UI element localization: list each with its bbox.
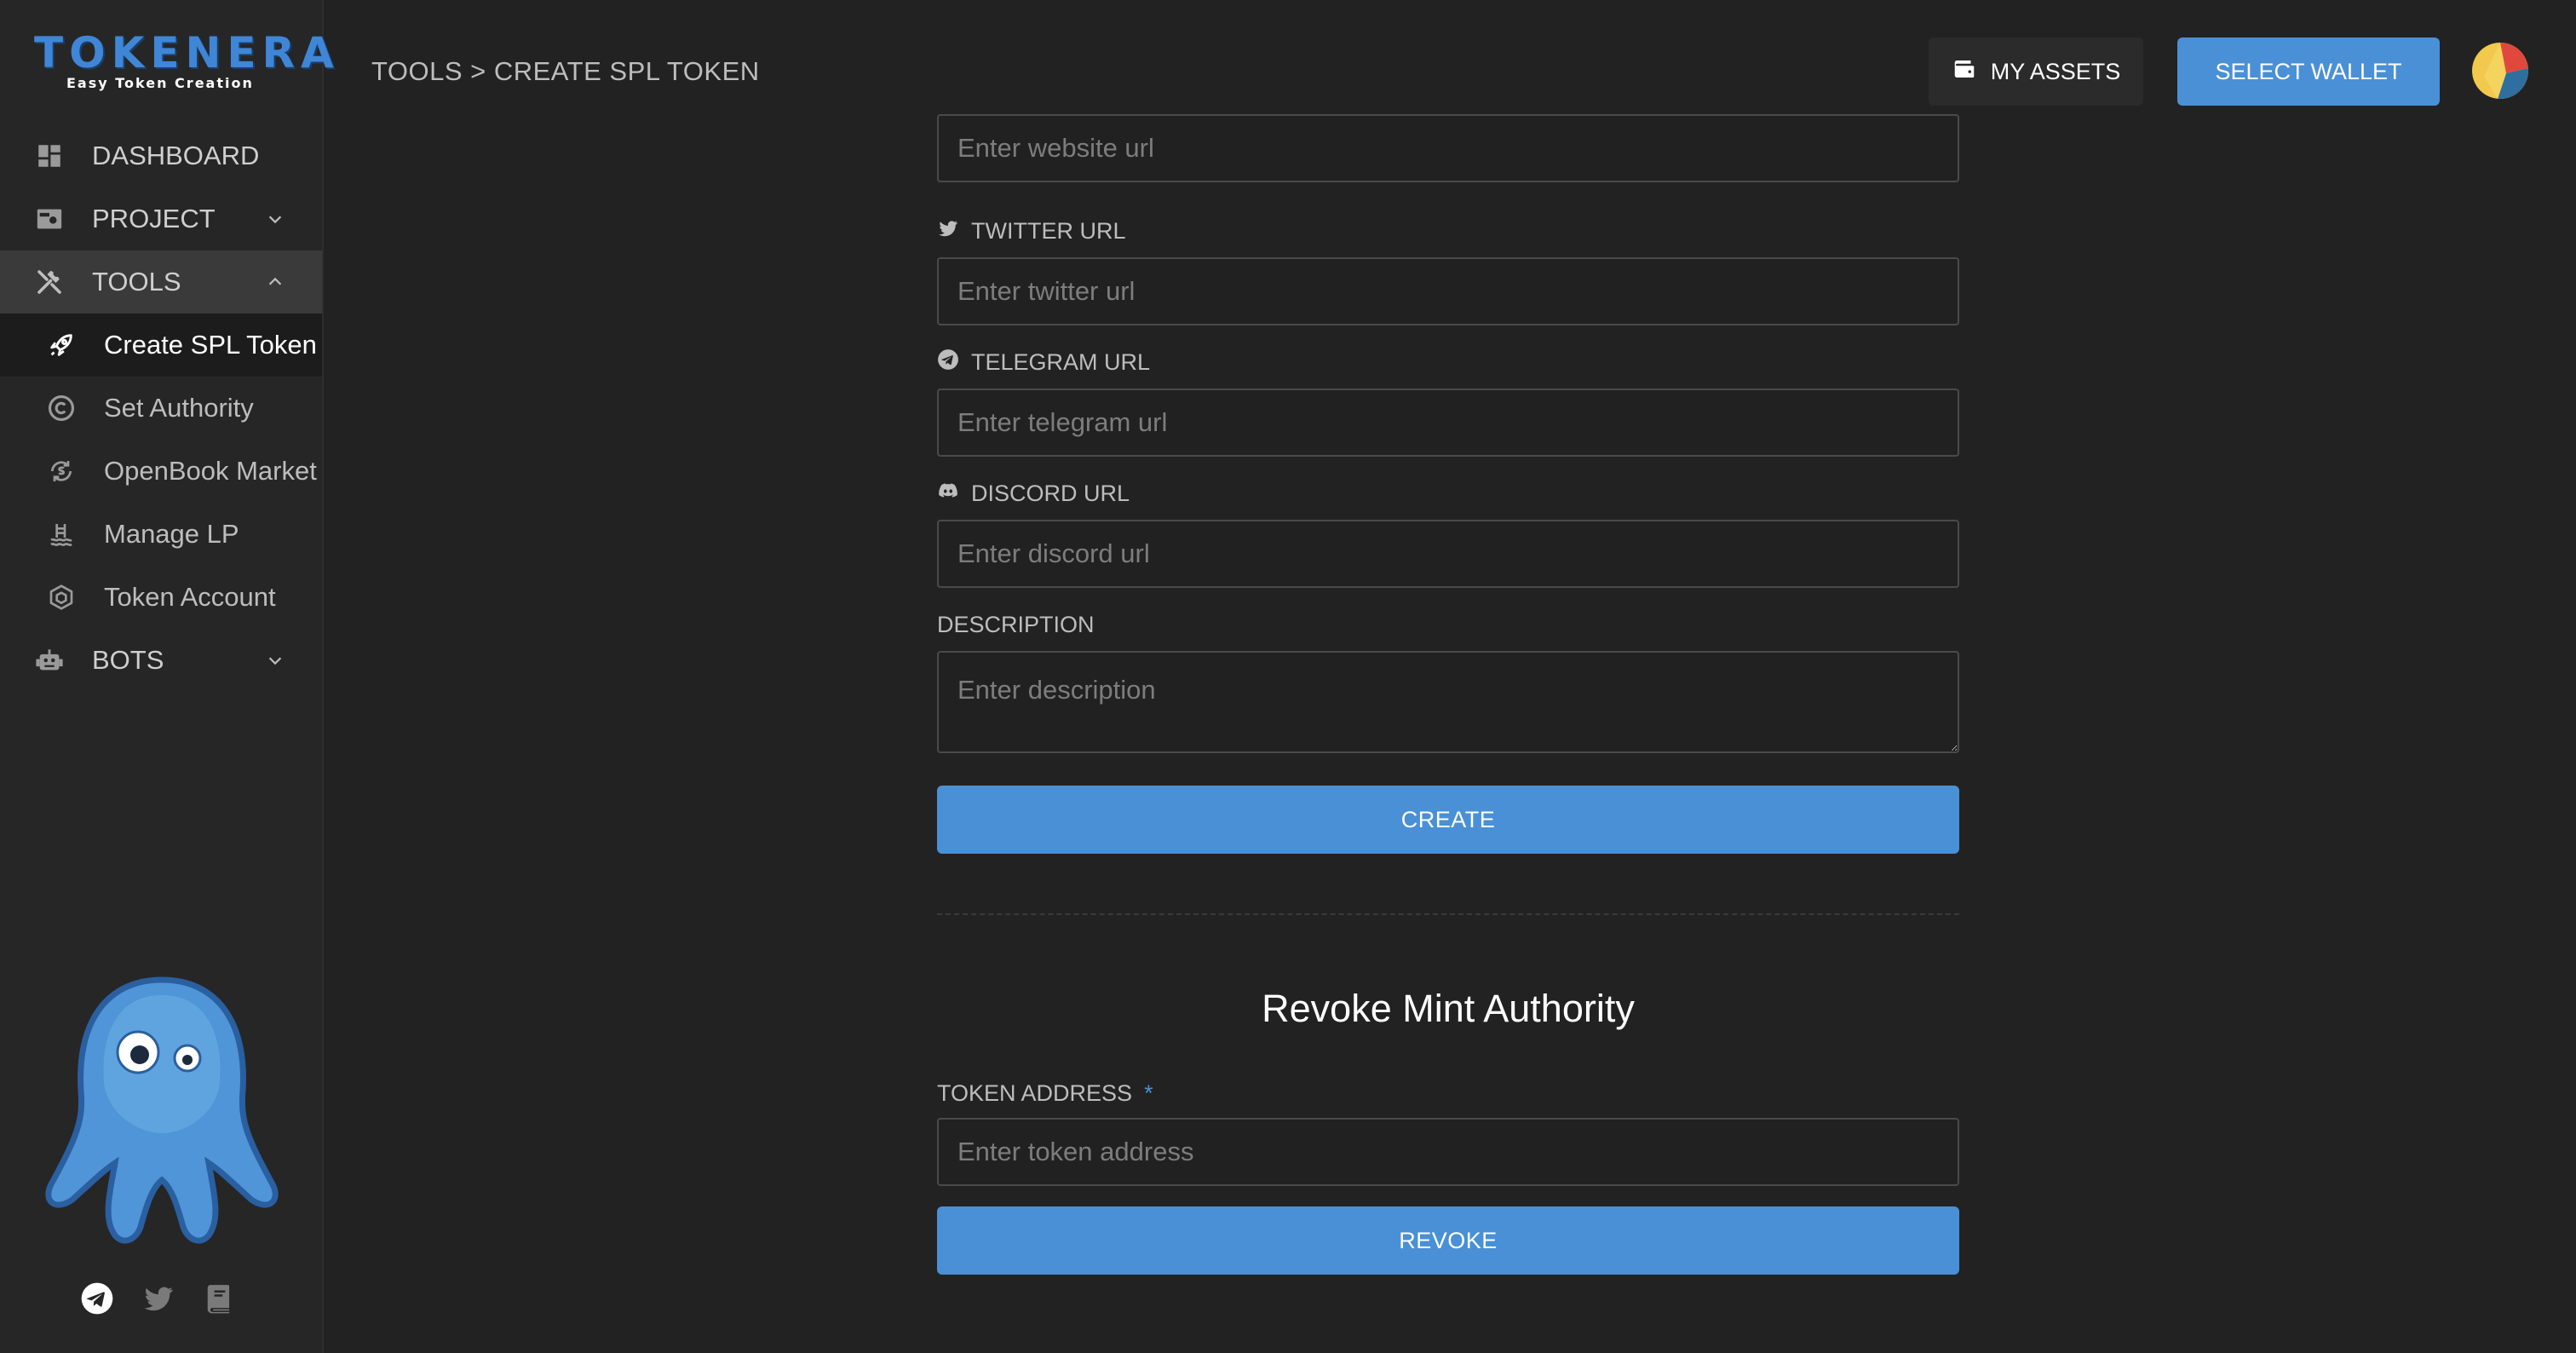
telegram-url-label-text: TELEGRAM URL <box>971 348 1151 375</box>
token-address-label: TOKEN ADDRESS * <box>937 1079 1153 1108</box>
telegram-icon <box>937 348 959 377</box>
sidebar-subitem-openbook-market[interactable]: OpenBook Market <box>0 440 322 503</box>
select-wallet-button[interactable]: SELECT WALLET <box>2177 37 2440 106</box>
revoke-button[interactable]: REVOKE <box>937 1206 1959 1275</box>
sidebar-item-project[interactable]: PROJECT <box>0 187 322 250</box>
twitter-icon[interactable] <box>140 1280 177 1317</box>
sidebar: TOKENERA Easy Token Creation DASHBOARD P… <box>0 0 340 1353</box>
sidebar-item-label: TOOLS <box>92 267 181 297</box>
sidebar-subitem-label: Manage LP <box>104 519 239 549</box>
chevron-up-icon <box>262 269 288 295</box>
chevron-down-icon <box>262 648 288 673</box>
social-links <box>78 1280 239 1317</box>
my-assets-label: MY ASSETS <box>1990 58 2121 84</box>
my-assets-button[interactable]: MY ASSETS <box>1929 37 2143 106</box>
required-mark: * <box>1144 1080 1153 1106</box>
sidebar-subitem-token-account[interactable]: Token Account <box>0 566 322 629</box>
sidebar-nav: DASHBOARD PROJECT TOOLS Create SPL Token… <box>0 124 322 692</box>
cube-icon <box>44 580 78 614</box>
create-button[interactable]: CREATE <box>937 786 1959 854</box>
discord-icon <box>937 480 959 508</box>
brand-name: TOKENERA <box>34 28 340 78</box>
octopus-mascot-illustration <box>34 971 290 1252</box>
description-label: DESCRIPTION <box>937 610 1095 639</box>
sidebar-item-label: DASHBOARD <box>92 141 260 170</box>
sidebar-subitem-label: Set Authority <box>104 393 254 423</box>
avatar[interactable] <box>2472 43 2528 99</box>
description-textarea[interactable] <box>937 651 1959 753</box>
sidebar-subitem-label: Token Account <box>104 582 276 612</box>
brand-tagline: Easy Token Creation <box>66 75 254 91</box>
robot-icon <box>32 643 66 677</box>
twitter-url-label-text: TWITTER URL <box>971 217 1126 244</box>
sidebar-subitem-label: Create SPL Token <box>104 330 317 360</box>
sidebar-item-bots[interactable]: BOTS <box>0 629 322 692</box>
market-icon <box>44 454 78 488</box>
dashboard-icon <box>32 139 66 173</box>
sidebar-subitem-set-authority[interactable]: Set Authority <box>0 377 322 440</box>
book-icon[interactable] <box>201 1280 239 1317</box>
tools-icon <box>32 265 66 299</box>
telegram-icon[interactable] <box>78 1280 116 1317</box>
pool-icon <box>44 517 78 551</box>
wallet-icon <box>1952 56 1977 88</box>
description-label-text: DESCRIPTION <box>937 611 1095 637</box>
discord-url-label: DISCORD URL <box>937 479 1130 508</box>
token-address-label-text: TOKEN ADDRESS <box>937 1080 1133 1106</box>
discord-url-label-text: DISCORD URL <box>971 480 1130 506</box>
discord-url-input[interactable] <box>937 520 1959 588</box>
twitter-url-label: TWITTER URL <box>937 216 1126 245</box>
token-address-input[interactable] <box>937 1118 1959 1186</box>
revoke-section-title: Revoke Mint Authority <box>1262 987 1635 1030</box>
rocket-icon <box>44 328 78 362</box>
breadcrumb: TOOLS > CREATE SPL TOKEN <box>371 56 760 86</box>
sidebar-subitem-manage-lp[interactable]: Manage LP <box>0 503 322 566</box>
twitter-url-input[interactable] <box>937 257 1959 325</box>
section-divider <box>937 913 1959 915</box>
sidebar-subitem-create-spl-token[interactable]: Create SPL Token <box>0 314 322 377</box>
sidebar-item-label: PROJECT <box>92 204 216 233</box>
copyright-icon <box>44 391 78 425</box>
sidebar-item-dashboard[interactable]: DASHBOARD <box>0 124 322 187</box>
telegram-url-input[interactable] <box>937 389 1959 457</box>
chevron-down-icon <box>262 206 288 232</box>
brand-logo[interactable]: TOKENERA Easy Token Creation <box>34 28 340 91</box>
website-url-input[interactable] <box>937 114 1959 182</box>
sidebar-item-label: BOTS <box>92 645 164 675</box>
project-icon <box>32 202 66 236</box>
telegram-url-label: TELEGRAM URL <box>937 348 1150 377</box>
sidebar-subitem-label: OpenBook Market <box>104 456 317 486</box>
twitter-icon <box>937 217 959 245</box>
sidebar-item-tools[interactable]: TOOLS <box>0 250 322 314</box>
